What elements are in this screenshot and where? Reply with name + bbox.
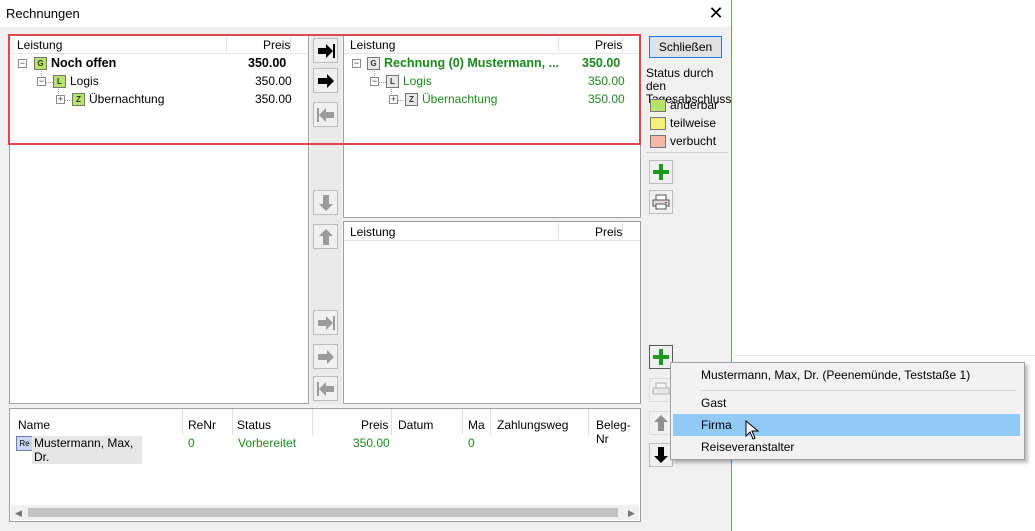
legend-teilweise-swatch — [650, 117, 666, 130]
column-header-zahlungsweg[interactable]: Zahlungsweg — [497, 418, 568, 432]
table-row[interactable]: Re Mustermann, Max, Dr. 0 Vorbereitet 35… — [12, 435, 640, 464]
move-all-right-button-2[interactable] — [313, 310, 338, 335]
sidebar-divider — [646, 152, 728, 153]
schliessen-button[interactable]: Schließen — [649, 36, 722, 58]
row-name: Mustermann, Max, Dr. — [32, 436, 142, 464]
scroll-left-icon[interactable]: ◀ — [15, 508, 22, 519]
arrow-right-icon — [317, 349, 334, 364]
horizontal-scrollbar[interactable]: ◀ ▶ — [11, 505, 639, 520]
menu-item-gast[interactable]: Gast — [673, 392, 1020, 414]
highlight-box — [8, 34, 641, 145]
move-down-button[interactable] — [313, 190, 338, 215]
move-right-button-2[interactable] — [313, 344, 338, 369]
legend-verbucht-swatch — [650, 135, 666, 148]
move-all-right-icon — [317, 315, 335, 330]
legend-aenderbar-swatch — [650, 99, 666, 112]
close-window-button[interactable]: ✕ — [706, 3, 726, 23]
column-header-preis[interactable]: Preis — [595, 225, 622, 239]
menu-separator — [701, 390, 1016, 391]
add-recipient-context-menu: Mustermann, Max, Dr. (Peenemünde, Testst… — [670, 362, 1025, 460]
second-panel-header: Leistung Preis — [344, 222, 640, 241]
menu-item-firma[interactable]: Firma — [673, 414, 1020, 436]
printer-icon — [652, 194, 670, 210]
column-header-name[interactable]: Name — [18, 418, 50, 432]
column-header-leistung[interactable]: Leistung — [350, 225, 395, 239]
row-preis: 350.00 — [353, 436, 390, 450]
move-up-button[interactable] — [313, 224, 338, 249]
invoice-list-table[interactable]: Name ReNr Status Preis Datum Ma Zahlungs… — [9, 408, 641, 522]
print-button[interactable] — [649, 190, 673, 214]
background-line — [734, 355, 1035, 356]
arrow-up-icon — [318, 228, 333, 245]
invoice-list-header: Name ReNr Status Preis Datum Ma Zahlungs… — [10, 409, 640, 446]
row-ma: 0 — [468, 436, 475, 450]
mouse-cursor-icon — [745, 420, 760, 440]
column-header-datum[interactable]: Datum — [398, 418, 433, 432]
scroll-right-icon[interactable]: ▶ — [628, 508, 635, 519]
second-invoice-panel[interactable]: Leistung Preis — [343, 221, 641, 404]
column-header-preis[interactable]: Preis — [361, 418, 388, 432]
plus-icon — [653, 164, 669, 180]
column-header-status[interactable]: Status — [237, 418, 271, 432]
arrow-down-icon — [654, 447, 668, 463]
add-invoice-button[interactable] — [649, 160, 673, 184]
legend-verbucht-label: verbucht — [670, 134, 717, 148]
row-renr: 0 — [188, 436, 195, 450]
scrollbar-thumb[interactable] — [28, 508, 618, 517]
row-status: Vorbereitet — [238, 436, 297, 450]
legend-aenderbar-label: änderbar — [670, 98, 719, 112]
column-header-ma[interactable]: Ma — [468, 418, 485, 432]
plus-icon — [653, 349, 669, 365]
move-all-left-icon — [316, 381, 334, 396]
arrow-up-icon — [654, 415, 668, 431]
arrow-down-icon — [318, 194, 333, 211]
menu-item-guest-address[interactable]: Mustermann, Max, Dr. (Peenemünde, Testst… — [673, 364, 1020, 386]
column-header-renr[interactable]: ReNr — [188, 418, 216, 432]
printer-icon — [652, 382, 670, 395]
menu-item-reiseveranstalter[interactable]: Reiseveranstalter — [673, 436, 1020, 458]
title-bar — [0, 0, 731, 27]
legend-teilweise-label: teilweise — [670, 116, 717, 130]
move-all-left-button-2[interactable] — [313, 376, 338, 401]
window-title: Rechnungen — [6, 6, 80, 21]
invoice-type-badge-icon: Re — [16, 436, 33, 451]
